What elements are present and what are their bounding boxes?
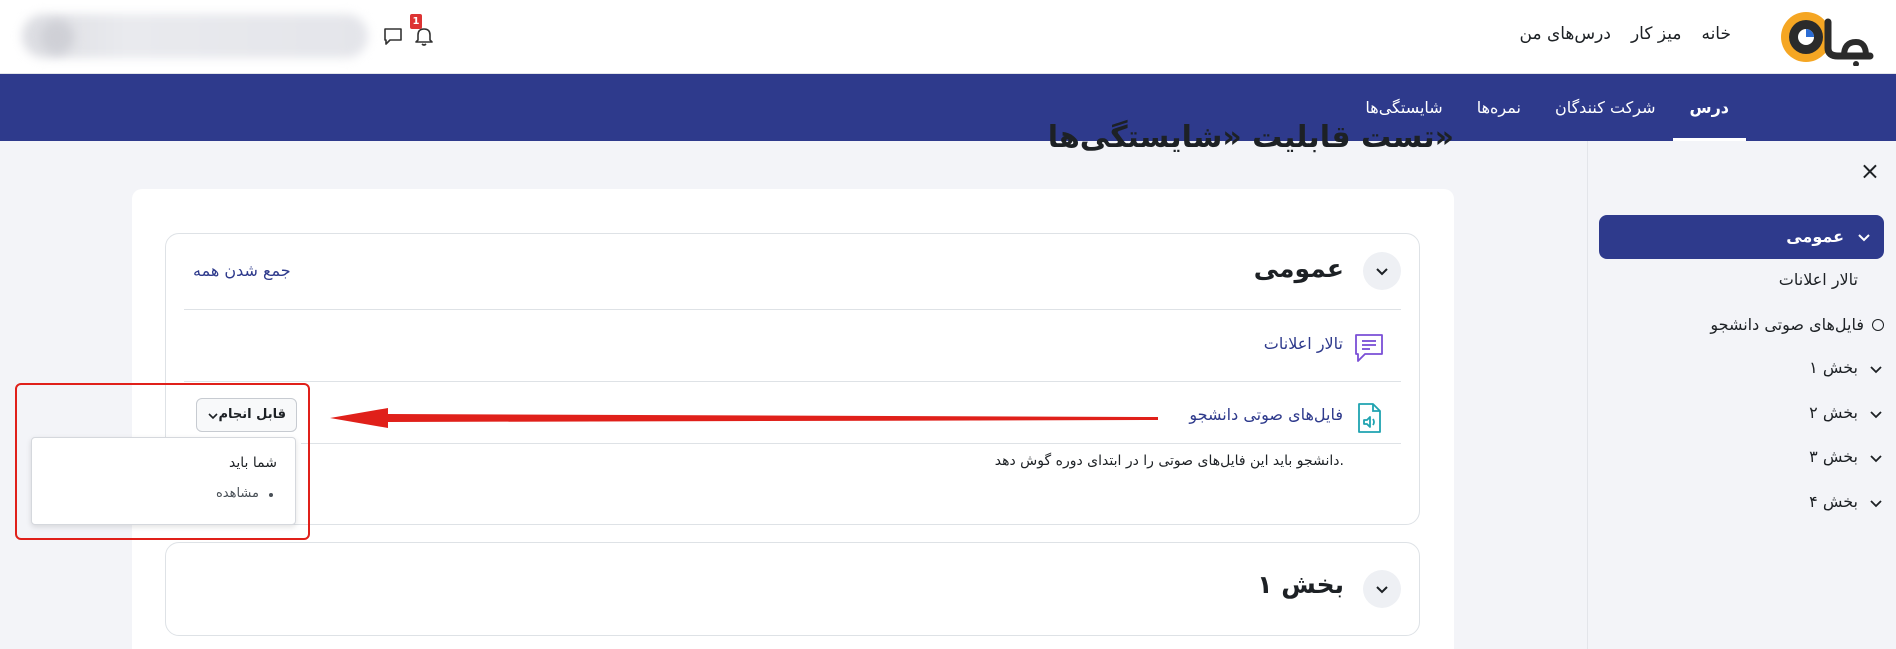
activity-name[interactable]: فایل‌های صوتی دانشجو	[1189, 405, 1343, 424]
logo-icon[interactable]	[1778, 8, 1874, 66]
completion-circle-icon	[1872, 319, 1884, 331]
drawer-item-label: عمومی	[1786, 227, 1844, 246]
annotation-highlight-box	[15, 383, 310, 540]
page-title: تست قابلیت «شایستگی‌ها»	[1047, 120, 1454, 155]
course-secondary-nav: درس شرکت کنندگان نمره‌ها شایستگی‌ها	[0, 74, 1896, 141]
drawer-item-audio-files[interactable]: فایل‌های صوتی دانشجو	[1587, 310, 1896, 340]
chevron-down-icon	[1870, 500, 1882, 508]
chat-icon[interactable]	[381, 24, 405, 48]
section-collapse-toggle[interactable]	[1363, 570, 1401, 608]
top-header: خانه میز کار درس‌های من 1	[0, 0, 1896, 74]
section-general: عمومی جمع شدن همه تالار اعلانات فایل‌های…	[165, 233, 1420, 525]
activity-description: دانشجو باید این فایل‌های صوتی را در ابتد…	[994, 453, 1344, 469]
tab-participants[interactable]: شرکت کنندگان	[1538, 74, 1673, 141]
chevron-down-icon	[1376, 586, 1388, 594]
drawer-item-section-4[interactable]: بخش ۴	[1587, 487, 1896, 517]
drawer-item-general[interactable]: عمومی	[1599, 215, 1884, 259]
section-title: بخش ۱	[1257, 570, 1344, 599]
audio-file-icon	[1358, 403, 1381, 433]
drawer-item-section-3[interactable]: بخش ۳	[1587, 442, 1896, 472]
chevron-down-icon	[1870, 366, 1882, 374]
forum-icon	[1355, 334, 1383, 362]
notification-badge: 1	[410, 14, 422, 29]
divider	[301, 443, 1401, 444]
tab-grades[interactable]: نمره‌ها	[1460, 74, 1538, 141]
drawer-item-forum[interactable]: تالار اعلانات	[1587, 265, 1896, 295]
nav-my-courses[interactable]: درس‌های من	[1520, 20, 1611, 48]
annotation-arrow	[330, 408, 1158, 428]
section-collapse-toggle[interactable]	[1363, 252, 1401, 290]
divider	[184, 309, 1401, 310]
activity-name[interactable]: تالار اعلانات	[1264, 334, 1343, 353]
chevron-down-icon	[1870, 455, 1882, 463]
chevron-down-icon	[1376, 268, 1388, 276]
activity-forum[interactable]: تالار اعلانات	[985, 330, 1385, 364]
drawer-item-section-1[interactable]: بخش ۱	[1587, 353, 1896, 383]
nav-home[interactable]: خانه	[1701, 20, 1731, 48]
course-index-drawer: × عمومی تالار اعلانات فایل‌های صوتی دانش…	[1587, 141, 1896, 649]
tab-course[interactable]: درس	[1672, 74, 1747, 141]
section-title: عمومی	[1253, 254, 1344, 283]
drawer-item-section-2[interactable]: بخش ۲	[1587, 398, 1896, 428]
primary-nav: خانه میز کار درس‌های من	[1520, 20, 1732, 48]
section-1: بخش ۱	[165, 542, 1420, 636]
user-avatar[interactable]	[40, 20, 74, 54]
collapse-all-link[interactable]: جمع شدن همه	[193, 261, 291, 280]
close-drawer-button[interactable]: ×	[1860, 159, 1880, 183]
chevron-down-icon	[1858, 234, 1870, 242]
chevron-down-icon	[1870, 411, 1882, 419]
divider	[184, 381, 1401, 382]
nav-dashboard[interactable]: میز کار	[1631, 20, 1682, 48]
